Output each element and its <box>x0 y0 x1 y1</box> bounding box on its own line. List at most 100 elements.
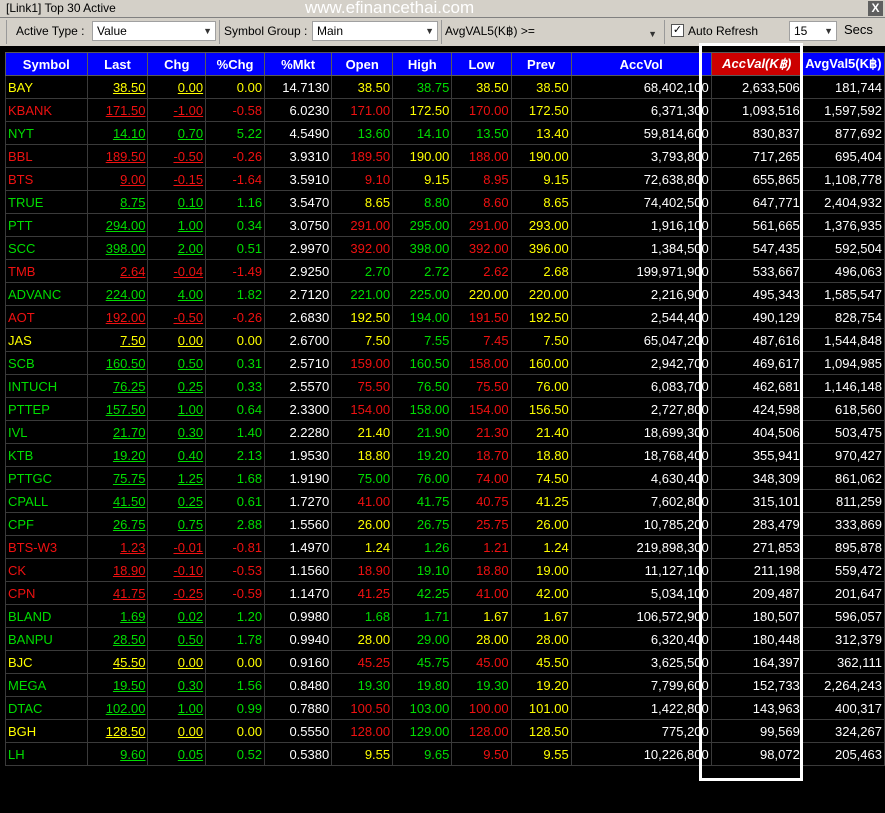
cell-last[interactable]: 398.00 <box>86 236 149 260</box>
cell-last[interactable]: 171.50 <box>86 98 149 122</box>
column-header-symbol[interactable]: Symbol <box>5 52 88 76</box>
cell-last[interactable]: 26.75 <box>86 512 149 536</box>
cell-last[interactable]: 102.00 <box>86 696 149 720</box>
cell-last[interactable]: 160.50 <box>86 351 149 375</box>
column-header-avgval5-k[interactable]: AvgVal5(K฿) <box>801 52 885 76</box>
cell-last[interactable]: 21.70 <box>86 420 149 444</box>
cell-chg[interactable]: 1.00 <box>147 213 207 237</box>
cell-chg[interactable]: 0.50 <box>147 351 207 375</box>
cell-chg[interactable]: 0.05 <box>147 742 207 766</box>
cell-last[interactable]: 1.23 <box>86 535 149 559</box>
cell-chg[interactable]: -0.15 <box>147 167 207 191</box>
table-row[interactable]: SCC 398.00 2.00 0.51 2.9970 392.00 398.00 392.0… <box>5 236 885 260</box>
cell-last[interactable]: 192.00 <box>86 305 149 329</box>
cell-chg[interactable]: 4.00 <box>147 282 207 306</box>
column-header-high[interactable]: High <box>392 52 453 76</box>
cell-chg[interactable]: -0.10 <box>147 558 207 582</box>
cell-last[interactable]: 28.50 <box>86 627 149 651</box>
cell-chg[interactable]: 0.00 <box>147 328 207 352</box>
cell-chg[interactable]: 0.25 <box>147 374 207 398</box>
table-row[interactable]: INTUCH 76.25 0.25 0.33 2.5570 75.50 76.50 75.50… <box>5 374 885 398</box>
table-row[interactable]: BTS 9.00 -0.15 -1.64 3.5910 9.10 9.15 8.95 9.15 7… <box>5 167 885 191</box>
table-row[interactable]: DTAC 102.00 1.00 0.99 0.7880 100.50 103.00 100.… <box>5 696 885 720</box>
cell-last[interactable]: 1.69 <box>86 604 149 628</box>
cell-last[interactable]: 224.00 <box>86 282 149 306</box>
table-row[interactable]: BLAND 1.69 0.02 1.20 0.9980 1.68 1.71 1.67 1.67 1… <box>5 604 885 628</box>
cell-last[interactable]: 38.50 <box>86 75 149 99</box>
cell-last[interactable]: 128.50 <box>86 719 149 743</box>
cell-chg[interactable]: -0.50 <box>147 144 207 168</box>
column-header-prev[interactable]: Prev <box>510 52 572 76</box>
table-row[interactable]: BBL 189.50 -0.50 -0.26 3.9310 189.50 190.00 188… <box>5 144 885 168</box>
cell-last[interactable]: 8.75 <box>86 190 149 214</box>
table-row[interactable]: LH 9.60 0.05 0.52 0.5380 9.55 9.65 9.50 9.55 10,2… <box>5 742 885 766</box>
cell-last[interactable]: 75.75 <box>86 466 149 490</box>
cell-chg[interactable]: -0.04 <box>147 259 207 283</box>
table-row[interactable]: PTTEP 157.50 1.00 0.64 2.3300 154.00 158.00 154… <box>5 397 885 421</box>
cell-chg[interactable]: 0.75 <box>147 512 207 536</box>
table-row[interactable]: PTTGC 75.75 1.25 1.68 1.9190 75.00 76.00 74.00 7… <box>5 466 885 490</box>
table-row[interactable]: BGH 128.50 0.00 0.00 0.5550 128.00 129.00 128.0… <box>5 719 885 743</box>
symbol-group-select[interactable]: Main ▼ <box>312 21 438 41</box>
cell-last[interactable]: 9.60 <box>86 742 149 766</box>
cell-chg[interactable]: 0.02 <box>147 604 207 628</box>
table-row[interactable]: BAY 38.50 0.00 0.00 14.7130 38.50 38.75 38.50 38… <box>5 75 885 99</box>
close-button[interactable]: X <box>868 1 883 16</box>
table-row[interactable]: IVL 21.70 0.30 1.40 2.2280 21.40 21.90 21.30 21.… <box>5 420 885 444</box>
column-header-open[interactable]: Open <box>331 52 394 76</box>
active-type-select[interactable]: Value ▼ <box>92 21 216 41</box>
cell-chg[interactable]: 1.00 <box>147 696 207 720</box>
table-row[interactable]: BTS-W3 1.23 -0.01 -0.81 1.4970 1.24 1.26 1.21 1.… <box>5 535 885 559</box>
auto-refresh-checkbox[interactable]: ✓ <box>671 24 684 37</box>
cell-last[interactable]: 189.50 <box>86 144 149 168</box>
table-row[interactable]: CPALL 41.50 0.25 0.61 1.7270 41.00 41.75 40.75 4… <box>5 489 885 513</box>
cell-chg[interactable]: -0.01 <box>147 535 207 559</box>
column-header-accval-k[interactable]: AccVal(K฿) <box>710 52 803 76</box>
cell-chg[interactable]: 0.00 <box>147 719 207 743</box>
cell-last[interactable]: 9.00 <box>86 167 149 191</box>
table-row[interactable]: AOT 192.00 -0.50 -0.26 2.6830 192.50 194.00 191… <box>5 305 885 329</box>
cell-chg[interactable]: -0.25 <box>147 581 207 605</box>
cell-last[interactable]: 45.50 <box>86 650 149 674</box>
table-row[interactable]: CPN 41.75 -0.25 -0.59 1.1470 41.25 42.25 41.00 4… <box>5 581 885 605</box>
cell-chg[interactable]: 0.30 <box>147 673 207 697</box>
cell-last[interactable]: 7.50 <box>86 328 149 352</box>
cell-last[interactable]: 157.50 <box>86 397 149 421</box>
cell-chg[interactable]: 0.70 <box>147 121 207 145</box>
column-header-chg[interactable]: Chg <box>147 52 207 76</box>
cell-last[interactable]: 14.10 <box>86 121 149 145</box>
column-header-low[interactable]: Low <box>451 52 512 76</box>
table-row[interactable]: KTB 19.20 0.40 2.13 1.9530 18.80 19.20 18.70 18.… <box>5 443 885 467</box>
table-row[interactable]: KBANK 171.50 -1.00 -0.58 6.0230 171.00 172.50 1… <box>5 98 885 122</box>
cell-chg[interactable]: 0.25 <box>147 489 207 513</box>
cell-chg[interactable]: 0.50 <box>147 627 207 651</box>
cell-last[interactable]: 76.25 <box>86 374 149 398</box>
cell-chg[interactable]: 2.00 <box>147 236 207 260</box>
cell-last[interactable]: 41.75 <box>86 581 149 605</box>
table-row[interactable]: JAS 7.50 0.00 0.00 2.6700 7.50 7.55 7.45 7.50 65,… <box>5 328 885 352</box>
table-row[interactable]: BJC 45.50 0.00 0.00 0.9160 45.25 45.75 45.00 45.… <box>5 650 885 674</box>
cell-chg[interactable]: 1.00 <box>147 397 207 421</box>
cell-last[interactable]: 41.50 <box>86 489 149 513</box>
cell-chg[interactable]: 0.10 <box>147 190 207 214</box>
avgval-filter-input[interactable]: ▼ <box>540 21 660 41</box>
cell-chg[interactable]: -0.50 <box>147 305 207 329</box>
cell-last[interactable]: 19.20 <box>86 443 149 467</box>
refresh-interval-select[interactable]: 15 ▼ <box>789 21 837 41</box>
cell-last[interactable]: 18.90 <box>86 558 149 582</box>
table-row[interactable]: TMB 2.64 -0.04 -1.49 2.9250 2.70 2.72 2.62 2.68 1… <box>5 259 885 283</box>
table-row[interactable]: CPF 26.75 0.75 2.88 1.5560 26.00 26.75 25.75 26.… <box>5 512 885 536</box>
table-row[interactable]: ADVANC 224.00 4.00 1.82 2.7120 221.00 225.00 22… <box>5 282 885 306</box>
column-header--chg[interactable]: %Chg <box>205 52 266 76</box>
cell-chg[interactable]: 0.30 <box>147 420 207 444</box>
cell-last[interactable]: 19.50 <box>86 673 149 697</box>
column-header-accvol[interactable]: AccVol <box>570 52 712 76</box>
table-row[interactable]: MEGA 19.50 0.30 1.56 0.8480 19.30 19.80 19.30 19… <box>5 673 885 697</box>
table-row[interactable]: PTT 294.00 1.00 0.34 3.0750 291.00 295.00 291.0… <box>5 213 885 237</box>
cell-last[interactable]: 2.64 <box>86 259 149 283</box>
cell-chg[interactable]: 0.40 <box>147 443 207 467</box>
cell-chg[interactable]: 0.00 <box>147 650 207 674</box>
table-row[interactable]: CK 18.90 -0.10 -0.53 1.1560 18.90 19.10 18.80 19… <box>5 558 885 582</box>
cell-chg[interactable]: 1.25 <box>147 466 207 490</box>
table-row[interactable]: BANPU 28.50 0.50 1.78 0.9940 28.00 29.00 28.00 2… <box>5 627 885 651</box>
